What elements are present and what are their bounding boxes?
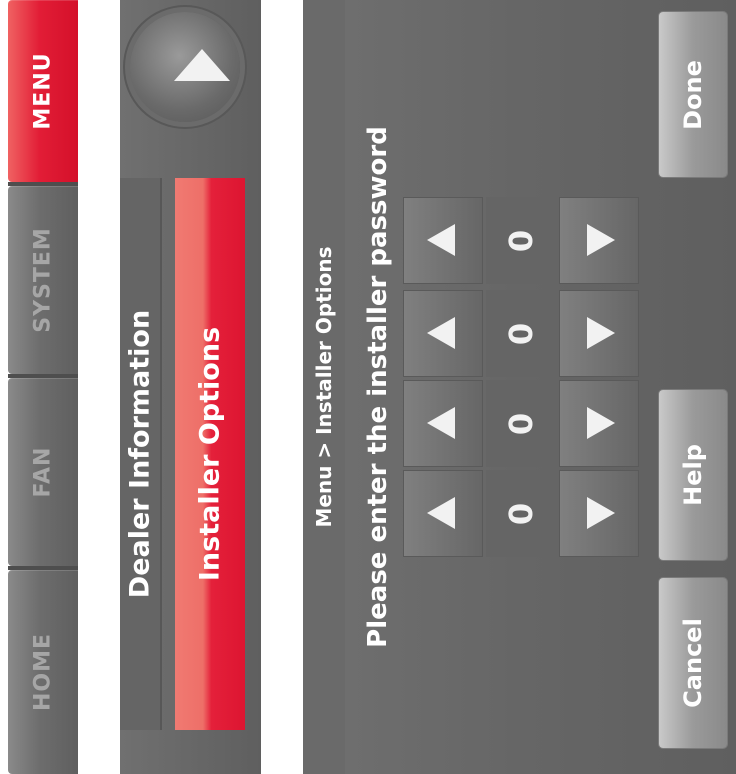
digit-1-value: 0 [502, 502, 540, 525]
tab-home[interactable]: HOME [8, 570, 78, 774]
breadcrumb-text: Menu > Installer Options [312, 246, 336, 528]
arrow-left-icon [427, 407, 455, 439]
password-screen: Menu > Installer Options Please enter th… [303, 0, 736, 774]
menu-item-installer-options[interactable]: Installer Options [175, 178, 245, 730]
arrow-right-icon [587, 407, 615, 439]
cancel-button[interactable]: Cancel [659, 578, 727, 748]
arrow-right-icon [587, 224, 615, 256]
arrow-left-icon [427, 317, 455, 349]
tab-fan[interactable]: FAN [8, 378, 78, 566]
digit-4-increment-button[interactable] [403, 197, 483, 284]
digit-4: 0 [486, 197, 556, 284]
digit-2-increment-button[interactable] [403, 380, 483, 467]
digit-4-decrement-button[interactable] [559, 197, 639, 284]
digit-2: 0 [486, 380, 556, 467]
tab-divider [8, 374, 78, 378]
nav-tab-bar: HOME FAN SYSTEM MENU [0, 0, 78, 774]
tab-fan-label: FAN [30, 446, 56, 498]
digit-3-increment-button[interactable] [403, 290, 483, 377]
tab-menu[interactable]: MENU [8, 0, 78, 182]
tab-home-label: HOME [30, 632, 56, 712]
digit-1-increment-button[interactable] [403, 470, 483, 557]
arrow-right-icon [587, 317, 615, 349]
done-button-label: Done [679, 59, 707, 130]
menu-item-dealer-label: Dealer Information [124, 309, 156, 599]
tab-menu-label: MENU [30, 52, 56, 130]
menu-list-panel: Dealer Information Installer Options [120, 0, 261, 774]
done-button[interactable]: Done [659, 12, 727, 177]
digit-1-decrement-button[interactable] [559, 470, 639, 557]
help-button[interactable]: Help [659, 390, 727, 560]
digit-3-value: 0 [502, 322, 540, 345]
breadcrumb: Menu > Installer Options [303, 0, 345, 774]
digit-4-value: 0 [502, 229, 540, 252]
help-button-label: Help [679, 444, 707, 506]
digit-3: 0 [486, 290, 556, 377]
digit-2-decrement-button[interactable] [559, 380, 639, 467]
play-arrow-icon [174, 49, 230, 81]
page-title: Please enter the installer password [353, 0, 403, 774]
tab-system-label: SYSTEM [30, 227, 56, 333]
menu-item-label-clip: Dealer Information [120, 178, 164, 730]
arrow-left-icon [427, 497, 455, 529]
menu-item-installer-label: Installer Options [194, 326, 226, 582]
tab-divider [8, 566, 78, 570]
arrow-left-icon [427, 224, 455, 256]
digit-3-decrement-button[interactable] [559, 290, 639, 377]
prompt-text: Please enter the installer password [363, 126, 393, 648]
arrow-right-icon [587, 497, 615, 529]
tab-system[interactable]: SYSTEM [8, 186, 78, 374]
cancel-button-label: Cancel [679, 618, 707, 708]
digit-2-value: 0 [502, 412, 540, 435]
tab-divider [8, 182, 78, 186]
digit-1: 0 [486, 470, 556, 557]
scroll-up-button[interactable] [130, 12, 240, 122]
